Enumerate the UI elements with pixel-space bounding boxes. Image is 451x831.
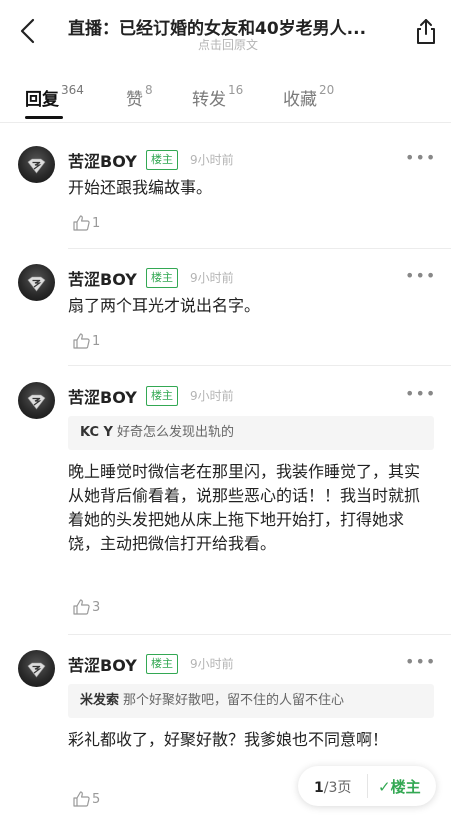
op-badge: 楼主 (146, 150, 178, 170)
quoted-reply[interactable]: KC Y 好奇怎么发现出轨的 (68, 416, 434, 450)
reply-text: 扇了两个耳光才说出名字。 (68, 296, 261, 315)
quoted-username: 米发索 (80, 693, 120, 708)
back-to-original-link[interactable]: 点击回原文 (68, 36, 388, 53)
only-op-filter-button[interactable]: ✓楼主 (378, 776, 421, 797)
tab-likes[interactable]: 赞8 (126, 83, 153, 110)
like-button[interactable]: 3 (72, 598, 100, 616)
tab-label: 赞 (126, 90, 143, 110)
total-pages: /3页 (323, 780, 352, 796)
like-button[interactable]: 5 (72, 790, 100, 808)
thumbs-up-icon (73, 215, 90, 231)
username[interactable]: 苦涩BOY (68, 384, 137, 408)
like-count: 1 (92, 215, 101, 231)
quoted-username: KC Y (80, 425, 113, 440)
quoted-text: 好奇怎么发现出轨的 (116, 425, 234, 440)
share-icon[interactable] (413, 16, 439, 46)
back-arrow-icon[interactable] (14, 16, 40, 46)
tab-count: 20 (319, 83, 335, 97)
username[interactable]: 苦涩BOY (68, 266, 137, 290)
like-count: 1 (92, 333, 101, 349)
page-indicator[interactable]: 1/3页 (314, 777, 351, 797)
divider (68, 365, 451, 366)
like-button[interactable]: 1 (72, 332, 100, 350)
like-count: 3 (92, 599, 101, 615)
thumbs-up-icon (73, 599, 90, 615)
tab-replies[interactable]: 回复 364 (25, 83, 84, 110)
page-navigator: 1/3页 ✓楼主 (298, 766, 436, 806)
divider (68, 248, 451, 249)
tab-label: 转发 (192, 90, 226, 110)
more-options-icon[interactable]: ••• (405, 148, 436, 167)
tab-label: 收藏 (283, 90, 317, 110)
timestamp: 9小时前 (190, 389, 234, 403)
current-page: 1 (314, 780, 324, 796)
like-button[interactable]: 1 (72, 214, 100, 232)
avatar[interactable] (18, 382, 55, 419)
like-count: 5 (92, 791, 101, 807)
timestamp: 9小时前 (190, 271, 234, 285)
avatar[interactable] (18, 264, 55, 301)
op-badge: 楼主 (146, 654, 178, 674)
quoted-text: 那个好聚好散吧，留不住的人留不住心 (123, 693, 345, 708)
op-badge: 楼主 (146, 386, 178, 406)
divider (68, 634, 451, 635)
active-tab-indicator (25, 116, 63, 119)
timestamp: 9小时前 (190, 657, 234, 671)
tab-label: 回复 (25, 90, 59, 110)
avatar[interactable] (18, 650, 55, 687)
tab-reposts[interactable]: 转发 16 (192, 83, 244, 110)
tab-count: 16 (228, 83, 244, 97)
tab-count: 364 (61, 83, 84, 97)
thumbs-up-icon (73, 791, 90, 807)
reply-text: 晚上睡觉时微信老在那里闪，我装作睡觉了，其实从她背后偷看着，说那些恶心的话！！我… (68, 462, 421, 553)
reply-text: 开始还跟我编故事。 (68, 178, 213, 197)
quoted-reply[interactable]: 米发索 那个好聚好散吧，留不住的人留不住心 (68, 684, 434, 718)
tab-count: 8 (145, 83, 153, 97)
more-options-icon[interactable]: ••• (405, 652, 436, 671)
more-options-icon[interactable]: ••• (405, 384, 436, 403)
pager-divider (367, 774, 368, 798)
timestamp: 9小时前 (190, 153, 234, 167)
avatar[interactable] (18, 146, 55, 183)
thumbs-up-icon (73, 333, 90, 349)
op-badge: 楼主 (146, 268, 178, 288)
tab-favorites[interactable]: 收藏 20 (283, 83, 335, 110)
more-options-icon[interactable]: ••• (405, 266, 436, 285)
reply-text: 彩礼都收了，好聚好散？我爹娘也不同意啊！ (68, 730, 389, 749)
username[interactable]: 苦涩BOY (68, 148, 137, 172)
top-bar: 直播：已经订婚的女友和40岁老男人... 点击回原文 (0, 0, 451, 70)
username[interactable]: 苦涩BOY (68, 652, 137, 676)
tab-bar: 回复 364 赞8 转发 16 收藏 20 (0, 70, 451, 123)
